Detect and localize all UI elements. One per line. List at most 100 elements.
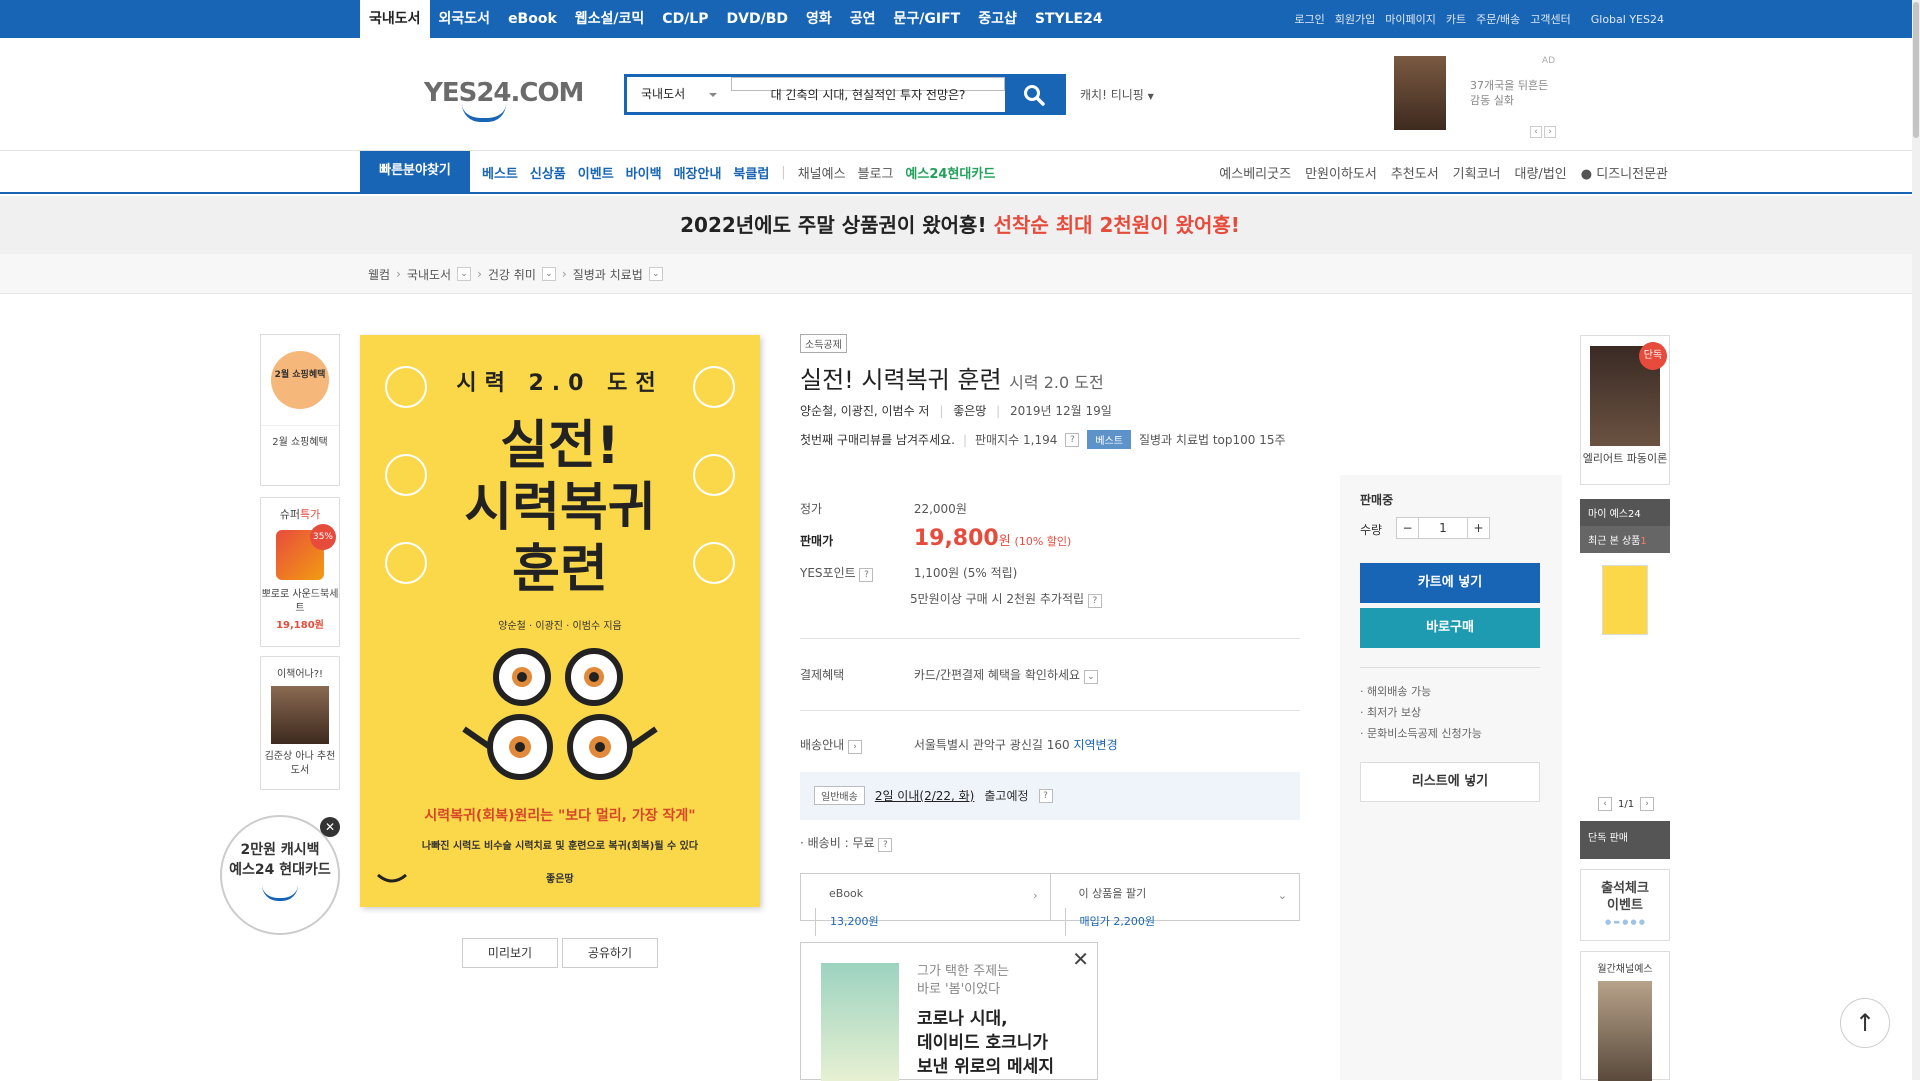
close-icon[interactable]: ✕: [320, 817, 340, 837]
chevron-down-icon[interactable]: ⌄: [457, 267, 472, 281]
tab-movie[interactable]: 영화: [797, 0, 841, 38]
add-to-list-button[interactable]: 리스트에 넣기: [1360, 762, 1540, 802]
chevron-left-icon[interactable]: ‹: [1598, 797, 1612, 811]
add-to-cart-button[interactable]: 카트에 넣기: [1360, 563, 1540, 603]
page-scrollbar[interactable]: [1912, 0, 1920, 1080]
nav-card[interactable]: 예스24현대카드: [905, 163, 995, 182]
recommend-box[interactable]: 이책어나?! 김준상 아나 추천도서: [260, 656, 340, 790]
close-icon[interactable]: ✕: [1072, 947, 1089, 971]
quantity-input[interactable]: 1: [1419, 518, 1467, 538]
mouse-icon: ●: [1580, 166, 1593, 182]
chevron-down-icon[interactable]: ⌄: [1083, 670, 1098, 684]
tab-gift[interactable]: 문구/GIFT: [885, 0, 970, 38]
book-cover-image[interactable]: 시력 2.0 도전 실전! 시력복귀 훈련 양순철 · 이광진 · 이범수 지음…: [360, 335, 760, 907]
help-icon[interactable]: ?: [859, 568, 874, 582]
recent-book-image[interactable]: [1602, 565, 1648, 635]
support-link[interactable]: 고객센터: [1530, 11, 1570, 27]
search-bar: 국내도서 대 긴축의 시대, 현실적인 투자 전망은?: [624, 74, 1066, 115]
change-region-link[interactable]: 지역변경: [1073, 738, 1117, 752]
scrollbar-thumb[interactable]: [1913, 2, 1919, 138]
promo-popup[interactable]: 그가 택한 주제는 바로 '봄'이었다 코로나 시대, 데이비드 호크니가 보낸…: [800, 942, 1098, 1081]
breadcrumb-home[interactable]: 웰컴: [368, 266, 390, 283]
nav-special[interactable]: 기획코너: [1453, 163, 1501, 182]
nav-under10k[interactable]: 만원이하도서: [1305, 163, 1377, 182]
carousel-dots[interactable]: ● ▬ ● ● ●: [1581, 918, 1669, 926]
chevron-down-icon[interactable]: ⌄: [648, 267, 663, 281]
help-icon[interactable]: ?: [1087, 594, 1102, 608]
login-link[interactable]: 로그인: [1294, 11, 1324, 27]
nav-goods[interactable]: 예스베리굿즈: [1219, 163, 1291, 182]
nav-disney[interactable]: ● 디즈니전문관: [1581, 163, 1668, 182]
nav-best[interactable]: 베스트: [482, 163, 518, 182]
nav-event[interactable]: 이벤트: [578, 163, 614, 182]
exclusive-sale-link[interactable]: 단독 판매: [1580, 821, 1670, 852]
divider: [1360, 667, 1540, 668]
nav-channel-yes[interactable]: 채널예스: [798, 163, 846, 182]
ad-next-icon[interactable]: ›: [1544, 126, 1556, 138]
payment-benefit-link[interactable]: 카드/간편결제 혜택을 확인하세요: [914, 668, 1080, 682]
ebook-option[interactable]: eBook 13,200원 ›: [801, 874, 1050, 936]
minus-button[interactable]: −: [1397, 518, 1419, 538]
product-publisher[interactable]: 좋은땅: [953, 404, 986, 418]
ad-prev-icon[interactable]: ‹: [1530, 126, 1542, 138]
tab-webnovel[interactable]: 웹소설/코믹: [566, 0, 654, 38]
tab-foreign-books[interactable]: 외국도서: [430, 0, 500, 38]
tab-domestic-books[interactable]: 국내도서: [360, 0, 430, 38]
header-ad[interactable]: AD 37개국을 뒤흔든 감동 실화 ‹ ›: [1394, 56, 1559, 138]
chevron-right-icon[interactable]: ›: [848, 740, 862, 754]
catch-label: 캐치! 티니핑: [1080, 88, 1144, 102]
product-authors[interactable]: 양순철, 이광진, 이범수 저: [800, 404, 929, 418]
help-icon[interactable]: ?: [1065, 432, 1080, 447]
tab-dvd-bd[interactable]: DVD/BD: [718, 0, 797, 38]
exclusive-book-box[interactable]: 단독 엘리어트 파동이론: [1580, 335, 1670, 485]
nav-new[interactable]: 신상품: [530, 163, 566, 182]
channel-yes-box[interactable]: 월간채널예스: [1580, 951, 1670, 1081]
nav-store[interactable]: 매장안내: [674, 163, 722, 182]
orders-link[interactable]: 주문/배송: [1476, 11, 1520, 27]
site-logo[interactable]: YES24.COM: [424, 78, 584, 122]
help-icon[interactable]: ?: [1038, 788, 1053, 803]
nav-bulk[interactable]: 대량/법인: [1515, 163, 1567, 182]
nav-bookclub[interactable]: 북클럽: [733, 163, 769, 182]
sell-option[interactable]: 이 상품을 팔기 매입가 2,200원 ⌄: [1049, 874, 1300, 936]
best-rank[interactable]: 질병과 치료법 top100 15주: [1139, 431, 1286, 448]
plus-button[interactable]: +: [1467, 518, 1489, 538]
breadcrumb-health[interactable]: 건강 취미: [488, 266, 536, 283]
search-category-select[interactable]: 국내도서: [627, 77, 731, 112]
promo-banner[interactable]: 2022년에도 주말 상품권이 왔어횽! 선착순 최대 2천원이 왔어횽!: [0, 196, 1920, 254]
scroll-to-top-button[interactable]: ↑: [1840, 998, 1890, 1048]
tab-style24[interactable]: STYLE24: [1026, 0, 1112, 38]
help-icon[interactable]: ?: [878, 838, 893, 852]
global-link[interactable]: Global YES24: [1591, 13, 1664, 26]
tab-cd-lp[interactable]: CD/LP: [653, 0, 717, 38]
super-deal-box[interactable]: 슈퍼특가 35% 뽀로로 사운드북세트 19,180원: [260, 497, 340, 647]
buy-now-button[interactable]: 바로구매: [1360, 608, 1540, 648]
mypage-link[interactable]: 마이페이지: [1385, 11, 1436, 27]
quick-category-button[interactable]: 빠른분야찾기: [360, 151, 470, 194]
cashback-card-ad[interactable]: 2만원 캐시백 예스24 현대카드 ✕: [220, 815, 340, 935]
chevron-right-icon[interactable]: ›: [1640, 797, 1655, 811]
search-button[interactable]: [1005, 77, 1063, 112]
feb-benefit-box[interactable]: 2월 쇼핑혜택 2월 쇼핑혜택: [260, 334, 340, 486]
chevron-down-icon[interactable]: ⌄: [541, 267, 556, 281]
nav-recommend[interactable]: 추천도서: [1391, 163, 1439, 182]
attend-line2: 이벤트: [1607, 898, 1643, 913]
payment-row: 결제혜택 카드/간편결제 혜택을 확인하세요 ⌄: [800, 666, 1098, 684]
review-link[interactable]: 첫번째 구매리뷰를 남겨주세요.: [800, 431, 955, 448]
product-meta: 양순철, 이광진, 이범수 저 | 좋은땅 | 2019년 12월 19일: [800, 404, 1112, 418]
nav-blog[interactable]: 블로그: [858, 163, 894, 182]
tab-ebook[interactable]: eBook: [499, 0, 566, 38]
nav-buyback[interactable]: 바이백: [626, 163, 662, 182]
tab-used-shop[interactable]: 중고샵: [969, 0, 1026, 38]
preview-button[interactable]: 미리보기: [462, 938, 558, 968]
share-button[interactable]: 공유하기: [562, 938, 658, 968]
search-input[interactable]: 대 긴축의 시대, 현실적인 투자 전망은?: [731, 77, 1005, 102]
attendance-event-box[interactable]: 출석체크 이벤트 ● ▬ ● ● ●: [1580, 869, 1670, 941]
breadcrumb-domestic[interactable]: 국내도서: [407, 266, 451, 283]
signup-link[interactable]: 회원가입: [1335, 11, 1375, 27]
breadcrumb-disease[interactable]: 질병과 치료법: [573, 266, 643, 283]
catch-tiniping-link[interactable]: 캐치! 티니핑 ▼: [1080, 86, 1154, 103]
tab-performance[interactable]: 공연: [841, 0, 885, 38]
my-yes24-link[interactable]: 마이 예스24: [1580, 499, 1670, 526]
cart-link[interactable]: 카트: [1446, 11, 1466, 27]
